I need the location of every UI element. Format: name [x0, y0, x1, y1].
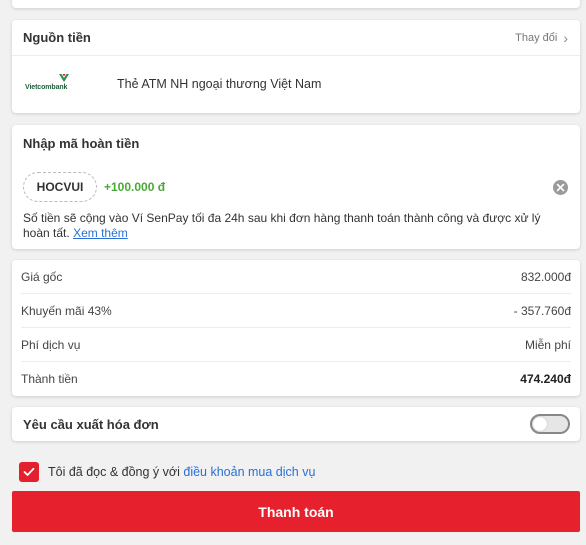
- vietcombank-logo-mark-icon: [59, 74, 69, 82]
- summary-label: Phí dịch vụ: [21, 337, 81, 352]
- summary-row-total: Thành tiền 474.240đ: [21, 362, 571, 396]
- voucher-amount: +100.000 đ: [104, 180, 166, 194]
- remove-voucher-button[interactable]: [553, 180, 568, 195]
- toggle-knob: [533, 417, 547, 431]
- pay-button[interactable]: Thanh toán: [12, 491, 580, 532]
- terms-agreement: Tôi đã đọc & đồng ý với điều khoản mua d…: [19, 462, 315, 482]
- change-source-button[interactable]: Thay đổi ›: [515, 31, 568, 45]
- invoice-request-card: Yêu cầu xuất hóa đơn: [12, 407, 580, 441]
- summary-label: Thành tiền: [21, 372, 78, 386]
- payment-source-card: Nguồn tiền Thay đổi › Vietcombank Thẻ AT…: [12, 20, 580, 113]
- summary-row-service-fee: Phí dịch vụ Miễn phí: [21, 328, 571, 362]
- summary-row-discount: Khuyến mãi 43% - 357.760đ: [21, 294, 571, 328]
- change-source-label: Thay đổi: [515, 31, 558, 44]
- price-summary-card: Giá gốc 832.000đ Khuyến mãi 43% - 357.76…: [12, 260, 580, 396]
- voucher-code-chip[interactable]: HOCVUI: [23, 172, 97, 202]
- summary-total-value: 474.240đ: [520, 372, 571, 386]
- summary-label: Khuyến mãi 43%: [21, 303, 112, 318]
- summary-value: 832.000đ: [520, 269, 571, 284]
- invoice-request-title: Yêu cầu xuất hóa đơn: [23, 416, 159, 432]
- payment-source-header: Nguồn tiền Thay đổi ›: [12, 20, 580, 56]
- summary-label: Giá gốc: [21, 269, 63, 284]
- terms-text: Tôi đã đọc & đồng ý với điều khoản mua d…: [48, 465, 315, 479]
- summary-value: - 357.760đ: [513, 303, 571, 318]
- payment-source-title: Nguồn tiền: [23, 30, 91, 45]
- see-more-link[interactable]: Xem thêm: [73, 226, 128, 240]
- terms-prefix: Tôi đã đọc & đồng ý với: [48, 465, 180, 479]
- checkmark-icon: [23, 467, 35, 476]
- chevron-right-icon: ›: [563, 29, 568, 46]
- selected-bank-row[interactable]: Vietcombank Thẻ ATM NH ngoại thương Việt…: [12, 56, 580, 112]
- previous-card: [12, 0, 580, 8]
- bank-name: Thẻ ATM NH ngoại thương Việt Nam: [117, 77, 322, 91]
- close-icon: [556, 183, 565, 192]
- summary-row-original-price: Giá gốc 832.000đ: [21, 260, 571, 294]
- vietcombank-logo-wordmark: Vietcombank: [25, 84, 68, 91]
- terms-checkbox[interactable]: [19, 462, 39, 482]
- summary-value: Miễn phí: [524, 337, 571, 352]
- invoice-request-toggle[interactable]: [530, 414, 570, 434]
- voucher-card: Nhập mã hoàn tiền HOCVUI +100.000 đ Số t…: [12, 125, 580, 249]
- terms-link[interactable]: điều khoản mua dịch vụ: [183, 465, 315, 479]
- vietcombank-logo: Vietcombank: [25, 73, 75, 95]
- voucher-title: Nhập mã hoàn tiền: [23, 136, 140, 151]
- voucher-note: Số tiền sẽ cộng vào Ví SenPay tối đa 24h…: [23, 211, 563, 241]
